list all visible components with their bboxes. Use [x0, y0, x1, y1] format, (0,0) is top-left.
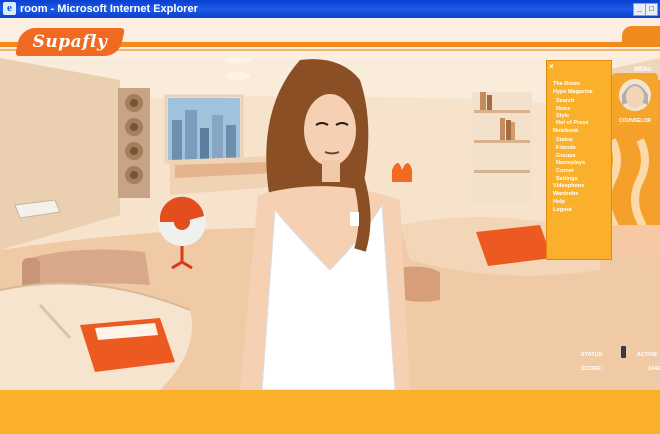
menu-item[interactable]: News: [556, 106, 570, 113]
menu-close-icon[interactable]: ×: [549, 62, 554, 71]
menu-item[interactable]: Search: [556, 98, 574, 105]
menu-item[interactable]: Help: [553, 199, 565, 206]
menu-item[interactable]: Nameplays: [556, 160, 585, 167]
menu-item[interactable]: Style: [556, 113, 569, 120]
ie-icon: e: [3, 2, 16, 15]
footer-bar: [0, 390, 660, 434]
counselor-label: COUNSELOR: [619, 118, 651, 124]
menu-item[interactable]: Videophone: [553, 183, 584, 190]
menu-item[interactable]: Status: [556, 137, 573, 144]
supafly-logo[interactable]: Supafly: [15, 28, 125, 56]
score-label: SCORE:: [581, 366, 603, 372]
menu-item[interactable]: Settings: [556, 176, 578, 183]
menu-item[interactable]: Hype Magazine: [553, 89, 593, 96]
menu-item[interactable]: Corner: [556, 168, 574, 175]
menu-item[interactable]: Hot of Press: [556, 120, 588, 127]
phone-icon[interactable]: [621, 346, 626, 358]
browser-window: e room - Microsoft Internet Explorer _ □…: [0, 0, 660, 434]
window-title: room - Microsoft Internet Explorer: [20, 3, 198, 15]
menu-item[interactable]: Wardrobe: [553, 191, 578, 198]
maximize-icon[interactable]: □: [645, 3, 658, 16]
score-value: 1442: [648, 366, 660, 372]
title-bar[interactable]: e room - Microsoft Internet Explorer _ □: [0, 0, 660, 18]
status-value: ACTIVE: [637, 352, 658, 358]
menu-item[interactable]: Notebook: [553, 128, 578, 135]
menu-item[interactable]: Groups: [556, 153, 576, 160]
status-label: STATUS:: [581, 352, 605, 358]
menu-item[interactable]: The Room: [553, 81, 580, 88]
menu-item[interactable]: Friends: [556, 145, 576, 152]
menu-item[interactable]: Logout: [553, 207, 572, 214]
header-right-tab: [622, 26, 660, 42]
